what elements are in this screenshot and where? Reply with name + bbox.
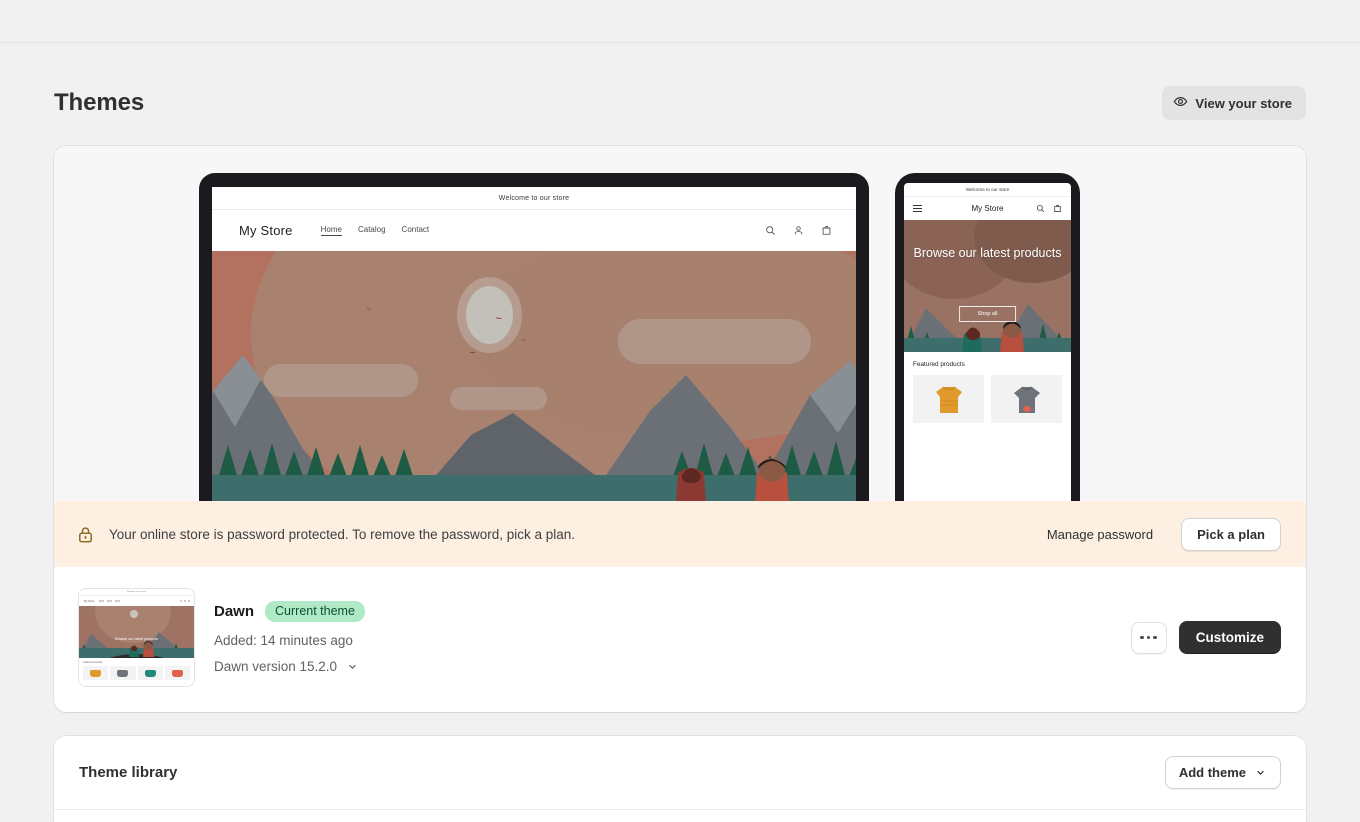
page-header: Themes View your store [54, 43, 1306, 135]
theme-thumbnail[interactable]: Welcome to our store My Store Browse our… [79, 589, 194, 686]
thumbnail-featured-title: Featured products [83, 661, 103, 664]
nav-link-home[interactable]: Home [320, 225, 342, 236]
mobile-shop-all-button[interactable]: Shop all [958, 306, 1017, 322]
mobile-announcement-bar: Welcome to our store [904, 183, 1071, 197]
thumbnail-hero-caption: Browse our latest products [115, 637, 158, 641]
account-icon [793, 225, 804, 236]
customize-button[interactable]: Customize [1178, 621, 1281, 654]
eye-icon [1173, 94, 1188, 112]
theme-name: Dawn [214, 603, 255, 620]
product-card[interactable] [913, 375, 984, 423]
pick-a-plan-button[interactable]: Pick a plan [1181, 517, 1281, 551]
swatch-item [83, 666, 109, 680]
swatch-item [110, 666, 136, 680]
page-container: Themes View your store Welcome to our st… [0, 43, 1360, 822]
cart-icon [821, 225, 832, 236]
mobile-featured-title: Featured products [913, 361, 965, 368]
search-icon [1036, 200, 1045, 218]
mobile-hero-heading: Browse our latest products [913, 246, 1062, 260]
thumbnail-hero: Browse our latest products [79, 606, 194, 658]
thumbnail-announcement: Welcome to our store [79, 589, 194, 596]
mobile-store-nav: My Store [904, 197, 1071, 220]
theme-added-timestamp: Added: 14 minutes ago [214, 633, 353, 649]
swatch-item [164, 666, 190, 680]
theme-preview-area: Welcome to our store My Store Home Catal… [54, 146, 1306, 501]
desktop-store-logo: My Store [239, 223, 293, 238]
thumbnail-swatches [83, 666, 190, 680]
current-theme-card: Welcome to our store My Store Home Catal… [54, 146, 1306, 712]
search-icon [765, 225, 776, 236]
desktop-announcement-bar: Welcome to our store [212, 187, 856, 210]
theme-version-toggle[interactable]: Dawn version 15.2.0 [214, 659, 1111, 674]
view-your-store-label: View your store [1195, 95, 1292, 111]
nav-link-contact[interactable]: Contact [402, 225, 430, 236]
view-your-store-button[interactable]: View your store [1162, 86, 1306, 120]
more-actions-button[interactable] [1130, 621, 1167, 654]
theme-library-body [54, 810, 1306, 822]
mobile-nav-icons [1036, 200, 1062, 218]
swatch-item [137, 666, 163, 680]
mobile-preview[interactable]: Welcome to our store My Store Browse our… [895, 173, 1080, 501]
theme-actions: Customize [1130, 621, 1281, 654]
desktop-hero-illustration: ~ ~ ~ ~ [212, 251, 856, 501]
desktop-preview[interactable]: Welcome to our store My Store Home Catal… [199, 173, 869, 501]
top-bar [0, 0, 1360, 43]
theme-details: Dawn Current theme Added: 14 minutes ago… [214, 600, 1111, 674]
desktop-store-nav: My Store Home Catalog Contact [212, 210, 856, 251]
theme-library-card: Theme library Add theme [54, 736, 1306, 822]
nav-link-catalog[interactable]: Catalog [358, 225, 386, 236]
mobile-featured-products: Featured products [904, 352, 1071, 501]
desktop-preview-screen: Welcome to our store My Store Home Catal… [212, 187, 856, 501]
theme-name-row: Dawn Current theme [214, 600, 1111, 623]
theme-version-label: Dawn version 15.2.0 [214, 659, 338, 675]
desktop-nav-links: Home Catalog Contact [320, 225, 430, 236]
hamburger-icon[interactable] [913, 205, 922, 212]
chevron-down-icon [346, 660, 359, 673]
password-protected-banner: Your online store is password protected.… [54, 501, 1306, 567]
mobile-product-grid [913, 375, 1062, 423]
theme-library-header: Theme library Add theme [54, 736, 1306, 810]
add-theme-button[interactable]: Add theme [1164, 756, 1281, 789]
theme-library-title: Theme library [79, 764, 178, 781]
status-badge: Current theme [265, 600, 365, 623]
lock-icon [76, 525, 95, 544]
current-theme-row: Welcome to our store My Store Browse our… [54, 567, 1306, 712]
mobile-hero: Browse our latest products Shop all [904, 220, 1071, 352]
thumbnail-featured: Featured products [79, 658, 194, 683]
thumbnail-nav: My Store [79, 596, 194, 606]
manage-password-link[interactable]: Manage password [1047, 527, 1153, 542]
page-title: Themes [54, 89, 145, 116]
chevron-down-icon [1254, 766, 1267, 779]
mobile-preview-screen: Welcome to our store My Store Browse our… [904, 183, 1071, 501]
cart-icon [1053, 200, 1062, 218]
desktop-nav-icons [765, 225, 832, 236]
thumbnail-logo: My Store [84, 599, 95, 603]
product-card[interactable] [991, 375, 1062, 423]
add-theme-label: Add theme [1178, 765, 1246, 780]
password-banner-message: Your online store is password protected.… [109, 526, 576, 542]
